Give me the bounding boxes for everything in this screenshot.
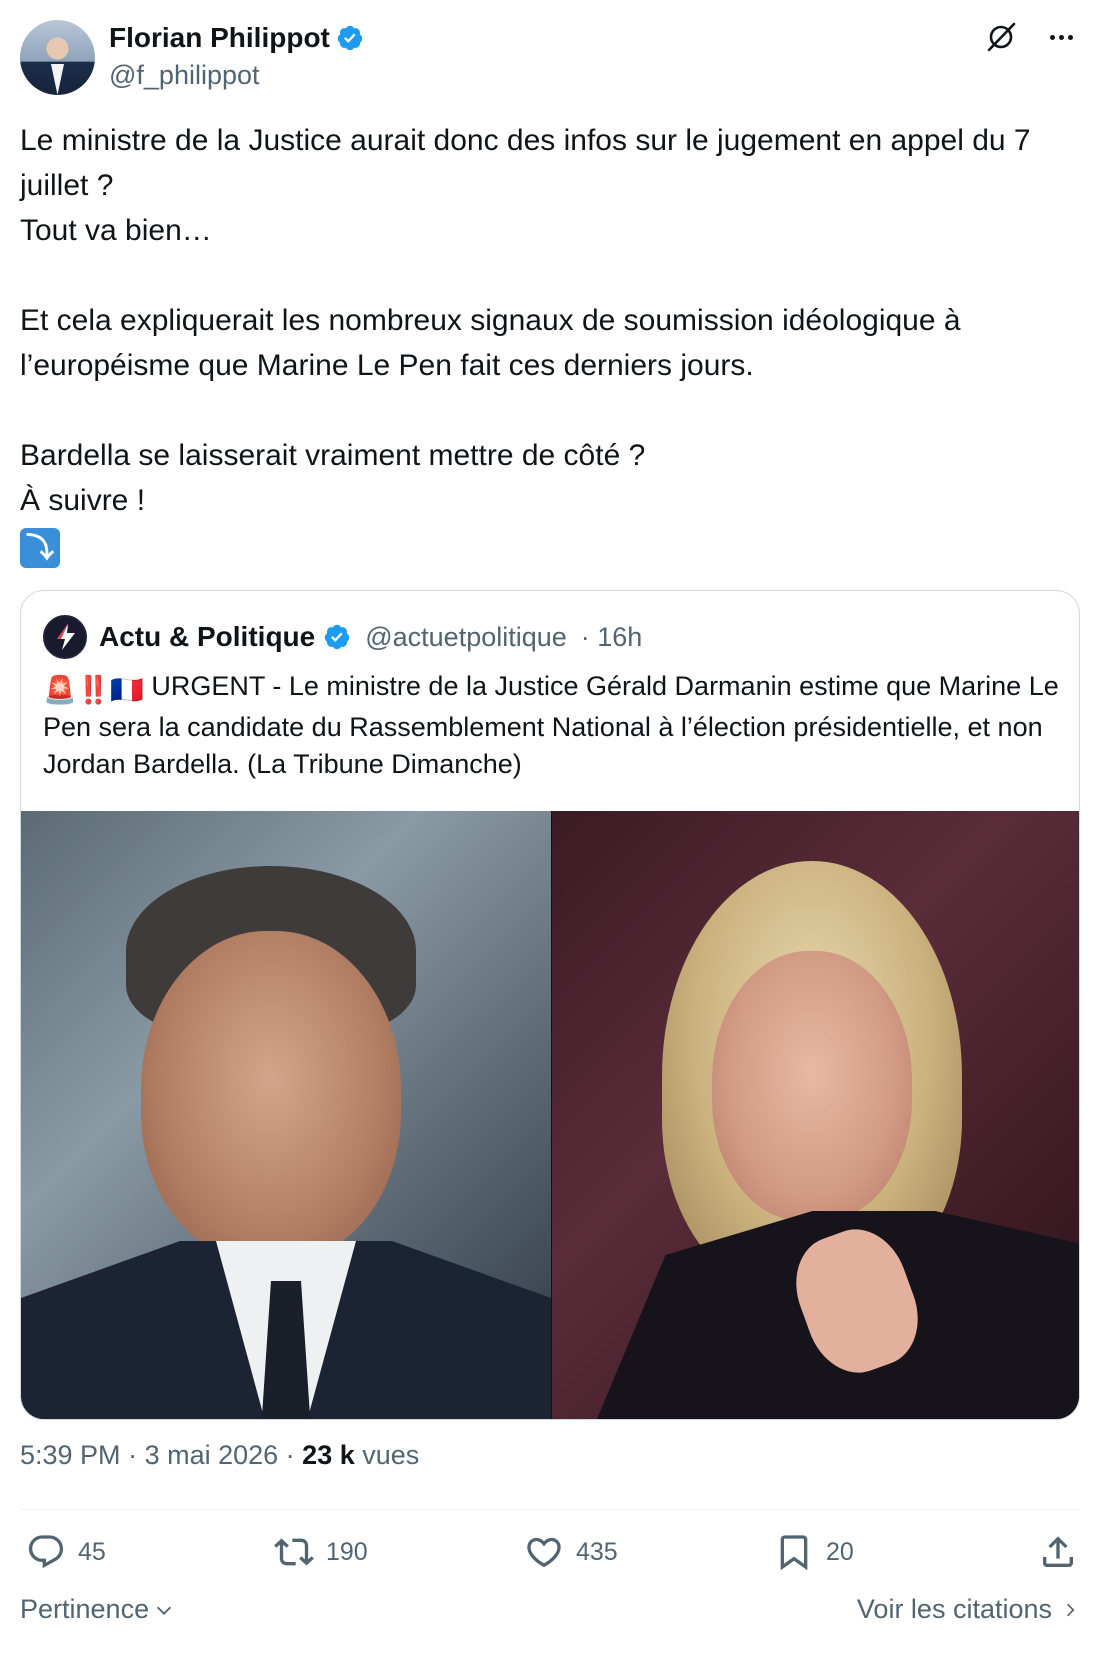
reply-icon [28, 1535, 64, 1569]
tweet-line: Bardella se laisserait vraiment mettre d… [20, 439, 646, 472]
quote-text: 🚨‼️🇫🇷 URGENT - Le ministre de la Justice… [43, 668, 1063, 783]
quoted-tweet[interactable]: Actu & Politique @actuetpolitique · 16h … [20, 590, 1080, 1420]
quote-avatar[interactable] [43, 615, 87, 659]
quote-body: URGENT - Le ministre de la Justice Géral… [43, 671, 1059, 779]
tweet-date[interactable]: · 3 mai 2026 · [128, 1440, 295, 1470]
reply-count: 45 [78, 1537, 106, 1566]
tweet-text: Le ministre de la Justice aurait donc de… [20, 118, 1080, 523]
chevron-down-icon [157, 1606, 172, 1615]
quote-handle: @actuetpolitique [365, 621, 567, 652]
bookmark-count: 20 [826, 1537, 854, 1566]
lightning-icon [57, 624, 75, 650]
share-icon [1043, 1536, 1073, 1567]
bookmark-icon [780, 1535, 808, 1571]
quote-time: · 16h [580, 621, 643, 652]
divider [20, 1509, 1080, 1510]
quote-display-name: Actu & Politique [99, 621, 316, 652]
photo-woman[interactable] [551, 811, 1079, 1419]
tweet-line: Tout va bien… [20, 214, 212, 247]
tweet-line: Le ministre de la Justice aurait donc de… [20, 124, 1031, 202]
tweet-line: À suivre ! [20, 484, 146, 517]
quote-header: Actu & Politique @actuetpolitique · 16h [43, 615, 642, 659]
reply-button[interactable]: 45 [26, 1527, 106, 1577]
tweet: Florian Philippot @f_philippot Le minist… [0, 0, 1100, 1659]
tweet-time[interactable]: 5:39 PM [20, 1440, 121, 1470]
verified-badge-icon [324, 624, 350, 650]
sort-dropdown[interactable]: Pertinence [20, 1594, 175, 1625]
retweet-icon [274, 1538, 314, 1566]
tweet-line: Et cela expliquerait les nombreux signau… [20, 304, 961, 382]
retweet-button[interactable]: 190 [274, 1527, 368, 1577]
bookmark-button[interactable]: 20 [774, 1527, 854, 1577]
share-button[interactable] [1038, 1527, 1078, 1577]
photo-man[interactable] [21, 811, 551, 1419]
like-count: 435 [576, 1537, 618, 1566]
views-label: vues [362, 1440, 420, 1470]
author-handle[interactable]: @f_philippot [109, 60, 260, 91]
chevron-right-icon [1066, 1603, 1075, 1616]
verified-badge-icon [337, 25, 363, 51]
views-count[interactable]: 23 k [302, 1440, 355, 1470]
quote-media[interactable] [21, 811, 1079, 1419]
author-name-row: Florian Philippot [109, 22, 364, 54]
more-options-icon[interactable] [1044, 20, 1078, 54]
arrow-down-right-emoji: ⤵ [20, 528, 60, 568]
heart-icon [527, 1537, 561, 1568]
grok-icon[interactable] [984, 20, 1018, 54]
action-bar: 45 190 435 20 [20, 1527, 1080, 1577]
author-display-name[interactable]: Florian Philippot [109, 22, 330, 54]
quotes-label: Voir les citations [856, 1594, 1052, 1624]
top-actions [984, 20, 1078, 54]
sort-label: Pertinence [20, 1594, 150, 1624]
retweet-count: 190 [326, 1537, 368, 1566]
view-quotes-link[interactable]: Voir les citations [857, 1594, 1080, 1625]
tweet-meta: 5:39 PM · 3 mai 2026 · 23 k vues [20, 1440, 419, 1471]
like-button[interactable]: 435 [524, 1527, 618, 1577]
urgent-emojis: 🚨‼️🇫🇷 [43, 675, 144, 705]
author-avatar[interactable] [20, 20, 95, 95]
